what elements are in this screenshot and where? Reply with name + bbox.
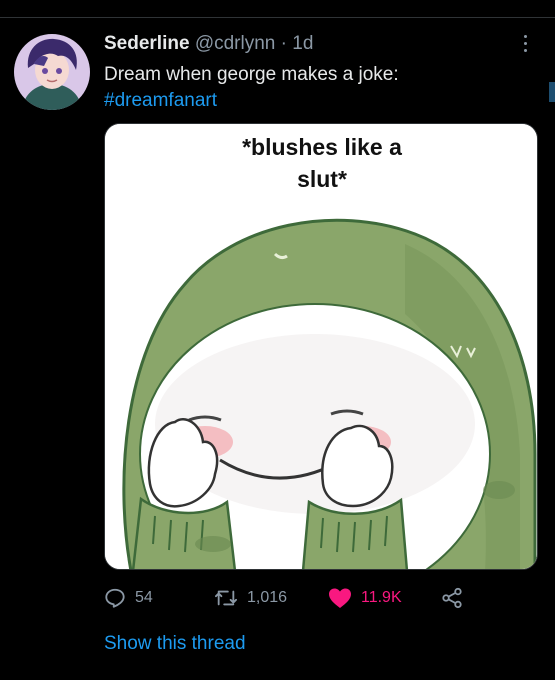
tweet-text: Dream when george makes a joke: #dreamfa… [104,62,534,114]
avatar[interactable] [14,34,90,110]
retweet-button[interactable]: 1,016 [214,585,287,611]
meme-caption: *blushes like a slut* [105,131,537,195]
caption-line-1: *blushes like a [242,134,402,160]
separator: · [275,33,293,54]
retweet-icon [215,590,237,606]
author-handle[interactable]: @cdrlynn [195,33,276,54]
more-icon[interactable] [515,28,535,58]
like-button[interactable]: 11.9K [328,585,402,611]
heart-icon [329,588,351,608]
like-count: 11.9K [361,589,402,606]
scrollbar-marker [549,82,555,102]
reply-icon [105,588,125,608]
hashtag-link[interactable]: #dreamfanart [104,88,534,114]
tweet-body: Dream when george makes a joke: [104,64,399,85]
caption-line-2: slut* [297,166,347,192]
tweet-actions: 54 1,016 11.9K [104,585,544,611]
tweet-header: Sederline @cdrlynn · 1d [104,32,313,56]
share-icon [442,587,462,609]
top-divider [0,17,555,18]
show-thread-link[interactable]: Show this thread [104,632,246,656]
reply-button[interactable]: 54 [104,585,153,611]
tweet-media[interactable]: *blushes like a slut* [104,123,538,570]
retweet-count: 1,016 [247,589,288,606]
reply-count: 54 [135,589,153,606]
share-button[interactable] [440,585,464,611]
tweet-age[interactable]: 1d [292,33,313,54]
author-name[interactable]: Sederline [104,33,190,54]
